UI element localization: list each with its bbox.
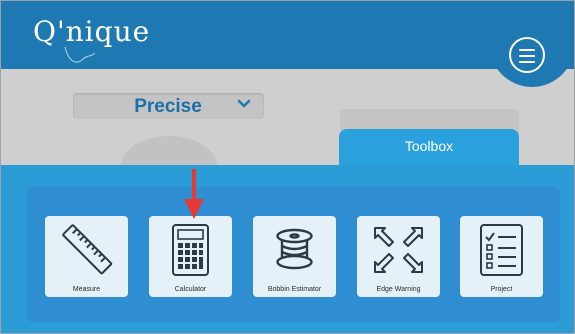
tab-toolbox-label: Toolbox [404,138,454,154]
chevron-down-icon[interactable] [237,97,251,111]
expand-arrows-icon [374,227,423,273]
tool-edge-warning[interactable]: Edge Warning [357,216,440,297]
red-arrow-icon [184,169,204,219]
logo-swirl-icon [64,46,96,63]
tool-calculator[interactable]: Calculator [149,216,232,297]
tool-bobbin-estimator[interactable]: Bobbin Estimator [253,216,336,297]
tool-measure[interactable]: Measure [45,216,128,297]
app-window: Q'nique Precise Toolbox Measure Calculat… [0,0,575,334]
tool-calculator-label: Calculator [174,286,207,293]
ruler-icon [62,224,113,275]
menu-button[interactable] [509,37,545,73]
app-logo: Q'nique [33,15,151,48]
tool-bobbin-estimator-label: Bobbin Estimator [267,286,322,293]
tool-edge-warning-label: Edge Warning [376,286,421,293]
tool-project-label: Project [490,286,513,293]
calculator-icon [172,224,209,276]
tool-measure-label: Measure [72,286,101,293]
checklist-icon [480,224,523,276]
tool-project[interactable]: Project [460,216,543,297]
mode-selector[interactable]: Precise [73,93,264,119]
mode-selector-value: Precise [134,96,202,117]
bobbin-icon [276,228,313,270]
tab-toolbox[interactable]: Toolbox [339,129,519,165]
